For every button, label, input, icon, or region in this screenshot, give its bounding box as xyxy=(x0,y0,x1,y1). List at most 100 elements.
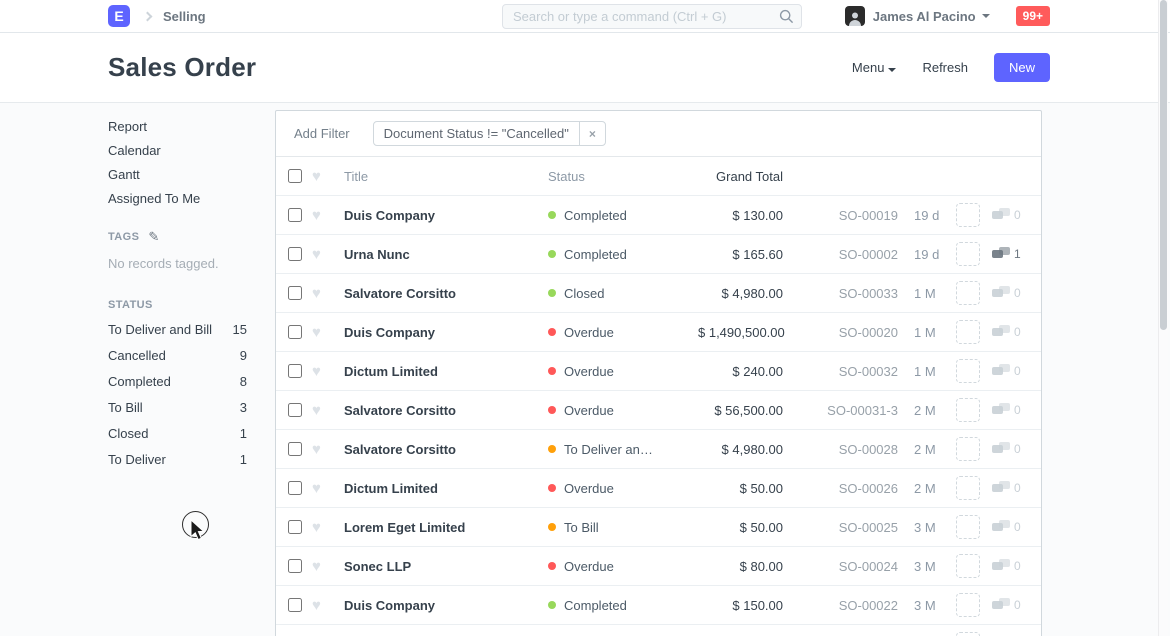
like-heart-icon[interactable]: ♥ xyxy=(312,559,344,574)
sales-order-row-partial[interactable]: ♥ xyxy=(276,624,1041,636)
assignee-placeholder[interactable] xyxy=(956,320,980,344)
status-filter-item[interactable]: To Deliver 1 xyxy=(108,452,247,467)
status-filter-item[interactable]: To Deliver and Bill 15 xyxy=(108,322,247,337)
edit-tags-icon[interactable]: ✎ xyxy=(148,229,159,245)
sales-order-row[interactable]: ♥ Lorem Eget Limited To Bill $ 50.00 SO-… xyxy=(276,507,1041,546)
assignee-placeholder[interactable] xyxy=(956,437,980,461)
assignee-placeholder[interactable] xyxy=(956,359,980,383)
row-checkbox[interactable] xyxy=(288,559,302,573)
row-title[interactable]: Duis Company xyxy=(344,208,548,223)
row-document-id[interactable]: SO-00024 xyxy=(783,559,898,574)
row-document-id[interactable]: SO-00028 xyxy=(783,442,898,457)
remove-filter-icon[interactable]: × xyxy=(579,122,605,145)
row-checkbox[interactable] xyxy=(288,598,302,612)
breadcrumb[interactable]: Selling xyxy=(163,9,206,24)
row-title[interactable]: Dictum Limited xyxy=(344,481,548,496)
like-heart-icon[interactable]: ♥ xyxy=(312,442,344,457)
assignee-placeholder[interactable] xyxy=(956,554,980,578)
row-comments[interactable]: 0 xyxy=(992,286,1029,300)
assignee-placeholder[interactable] xyxy=(956,632,980,636)
user-avatar[interactable] xyxy=(845,6,865,26)
like-heart-icon[interactable]: ♥ xyxy=(312,325,344,340)
row-checkbox[interactable] xyxy=(288,520,302,534)
status-filter-item[interactable]: Completed 8 xyxy=(108,374,247,389)
row-title[interactable]: Salvatore Corsitto xyxy=(344,286,548,301)
row-comments[interactable]: 0 xyxy=(992,403,1029,417)
row-comments[interactable]: 0 xyxy=(992,559,1029,573)
row-comments[interactable]: 0 xyxy=(992,325,1029,339)
sales-order-row[interactable]: ♥ Sonec LLP Overdue $ 80.00 SO-00024 3 M… xyxy=(276,546,1041,585)
row-comments[interactable]: 1 xyxy=(992,247,1029,261)
add-filter-button[interactable]: Add Filter xyxy=(294,126,350,141)
sidebar-view-link[interactable]: Assigned To Me xyxy=(108,192,275,205)
row-document-id[interactable]: SO-00002 xyxy=(783,247,898,262)
row-comments[interactable]: 0 xyxy=(992,481,1029,495)
row-title[interactable]: Salvatore Corsitto xyxy=(344,442,548,457)
like-heart-icon[interactable]: ♥ xyxy=(312,520,344,535)
row-comments[interactable]: 0 xyxy=(992,442,1029,456)
sales-order-row[interactable]: ♥ Salvatore Corsitto To Deliver an… $ 4,… xyxy=(276,429,1041,468)
row-document-id[interactable]: SO-00019 xyxy=(783,208,898,223)
sidebar-view-link[interactable]: Report xyxy=(108,120,275,133)
assignee-placeholder[interactable] xyxy=(956,593,980,617)
sales-order-row[interactable]: ♥ Dictum Limited Overdue $ 50.00 SO-0002… xyxy=(276,468,1041,507)
row-checkbox[interactable] xyxy=(288,481,302,495)
row-title[interactable]: Sonec LLP xyxy=(344,559,548,574)
row-comments[interactable]: 0 xyxy=(992,520,1029,534)
status-filter-item[interactable]: To Bill 3 xyxy=(108,400,247,415)
assignee-placeholder[interactable] xyxy=(956,281,980,305)
row-document-id[interactable]: SO-00025 xyxy=(783,520,898,535)
row-checkbox[interactable] xyxy=(288,403,302,417)
search-input[interactable] xyxy=(502,4,802,29)
active-filter-label[interactable]: Document Status != "Cancelled" xyxy=(374,122,579,145)
like-heart-icon[interactable]: ♥ xyxy=(312,364,344,379)
like-heart-icon[interactable]: ♥ xyxy=(312,598,344,613)
assignee-placeholder[interactable] xyxy=(956,203,980,227)
row-title[interactable]: Duis Company xyxy=(344,598,548,613)
row-checkbox[interactable] xyxy=(288,247,302,261)
row-comments[interactable]: 0 xyxy=(992,364,1029,378)
sales-order-row[interactable]: ♥ Salvatore Corsitto Closed $ 4,980.00 S… xyxy=(276,273,1041,312)
status-filter-item[interactable]: Cancelled 9 xyxy=(108,348,247,363)
row-document-id[interactable]: SO-00026 xyxy=(783,481,898,496)
row-document-id[interactable]: SO-00033 xyxy=(783,286,898,301)
row-comments[interactable]: 0 xyxy=(992,598,1029,612)
scrollbar-track[interactable] xyxy=(1158,0,1168,636)
row-comments[interactable]: 0 xyxy=(992,208,1029,222)
assignee-placeholder[interactable] xyxy=(956,242,980,266)
assignee-placeholder[interactable] xyxy=(956,476,980,500)
sales-order-row[interactable]: ♥ Duis Company Completed $ 130.00 SO-000… xyxy=(276,195,1041,234)
user-menu[interactable]: James Al Pacino xyxy=(873,9,976,24)
assignee-placeholder[interactable] xyxy=(956,398,980,422)
app-logo[interactable]: E xyxy=(108,5,130,27)
row-title[interactable]: Dictum Limited xyxy=(344,364,548,379)
menu-button[interactable]: Menu xyxy=(852,60,897,75)
row-checkbox[interactable] xyxy=(288,208,302,222)
notifications-badge[interactable]: 99+ xyxy=(1016,6,1050,26)
active-filter-chip[interactable]: Document Status != "Cancelled" × xyxy=(373,121,606,146)
sales-order-row[interactable]: ♥ Duis Company Completed $ 150.00 SO-000… xyxy=(276,585,1041,624)
row-title[interactable]: Duis Company xyxy=(344,325,548,340)
sidebar-view-link[interactable]: Calendar xyxy=(108,144,275,157)
refresh-button[interactable]: Refresh xyxy=(922,60,968,75)
sales-order-row[interactable]: ♥ Salvatore Corsitto Overdue $ 56,500.00… xyxy=(276,390,1041,429)
like-heart-icon[interactable]: ♥ xyxy=(312,481,344,496)
sales-order-row[interactable]: ♥ Urna Nunc Completed $ 165.60 SO-00002 … xyxy=(276,234,1041,273)
select-all-checkbox[interactable] xyxy=(288,169,302,183)
sales-order-row[interactable]: ♥ Dictum Limited Overdue $ 240.00 SO-000… xyxy=(276,351,1041,390)
row-checkbox[interactable] xyxy=(288,364,302,378)
new-button[interactable]: New xyxy=(994,53,1050,82)
row-title[interactable]: Salvatore Corsitto xyxy=(344,403,548,418)
liked-filter-heart-icon[interactable]: ♥ xyxy=(312,169,344,184)
like-heart-icon[interactable]: ♥ xyxy=(312,403,344,418)
row-title[interactable]: Urna Nunc xyxy=(344,247,548,262)
row-document-id[interactable]: SO-00032 xyxy=(783,364,898,379)
sidebar-view-link[interactable]: Gantt xyxy=(108,168,275,181)
row-document-id[interactable]: SO-00022 xyxy=(783,598,898,613)
row-checkbox[interactable] xyxy=(288,286,302,300)
scrollbar-thumb[interactable] xyxy=(1160,0,1167,330)
assignee-placeholder[interactable] xyxy=(956,515,980,539)
row-title[interactable]: Lorem Eget Limited xyxy=(344,520,548,535)
sales-order-row[interactable]: ♥ Duis Company Overdue $ 1,490,500.00 SO… xyxy=(276,312,1041,351)
row-checkbox[interactable] xyxy=(288,442,302,456)
